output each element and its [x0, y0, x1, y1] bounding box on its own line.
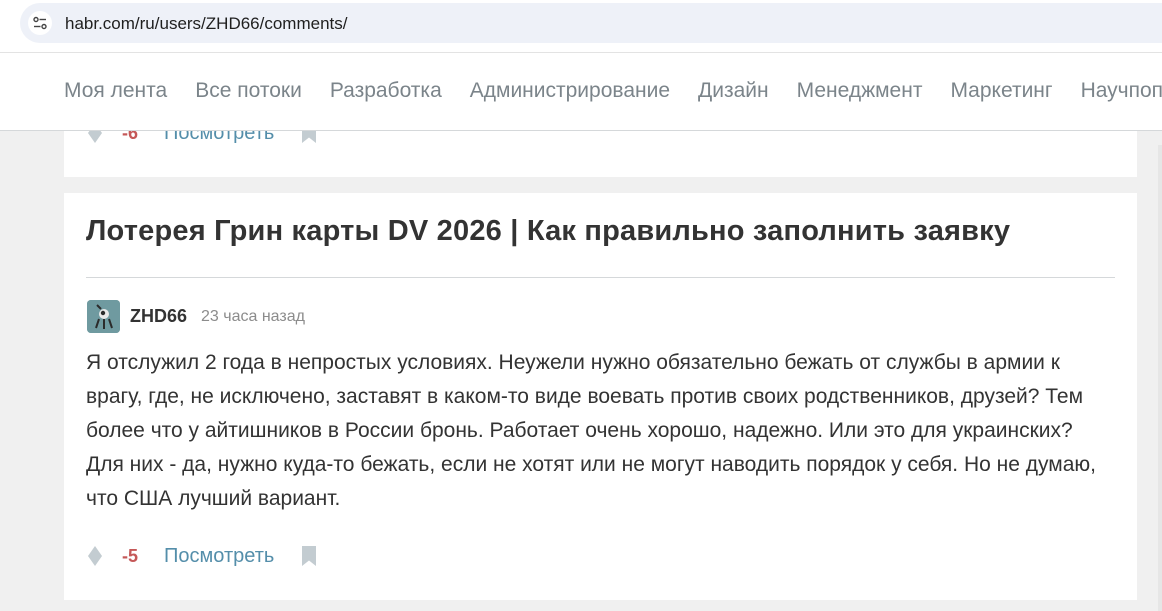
view-link[interactable]: Посмотреть — [164, 545, 274, 568]
post-title-link[interactable]: Лотерея Грин карты DV 2026 | Как правиль… — [86, 215, 1010, 248]
browser-address-bar: habr.com/ru/users/ZHD66/comments/ — [0, 0, 1162, 53]
bookmark-icon[interactable] — [300, 545, 318, 567]
nav-item-popsci[interactable]: Научпоп — [1081, 79, 1162, 103]
url-text[interactable]: habr.com/ru/users/ZHD66/comments/ — [65, 14, 347, 34]
scrollbar-track[interactable] — [1158, 145, 1162, 611]
omnibox[interactable]: habr.com/ru/users/ZHD66/comments/ — [20, 3, 1162, 43]
comment-author[interactable]: ZHD66 — [130, 306, 187, 327]
diamond-icon[interactable] — [86, 545, 104, 567]
nav-item-management[interactable]: Менеджмент — [797, 79, 923, 103]
site-settings-icon[interactable] — [28, 11, 52, 35]
comment-actions: -5 Посмотреть — [86, 541, 318, 571]
nav-item-my-feed[interactable]: Моя лента — [64, 79, 167, 103]
nav-item-all-streams[interactable]: Все потоки — [195, 79, 302, 103]
avatar[interactable] — [87, 300, 120, 333]
nav-item-development[interactable]: Разработка — [330, 79, 442, 103]
comment-score: -5 — [122, 545, 139, 566]
nav-item-marketing[interactable]: Маркетинг — [950, 79, 1052, 103]
nav-item-design[interactable]: Дизайн — [698, 79, 769, 103]
comment-card: Лотерея Грин карты DV 2026 | Как правиль… — [64, 193, 1137, 600]
comment-text: Я отслужил 2 года в непростых условиях. … — [86, 351, 1096, 510]
habr-nav: Моя лента Все потоки Разработка Админист… — [0, 53, 1162, 131]
nav-item-administration[interactable]: Администрирование — [470, 79, 670, 103]
comment-time: 23 часа назад — [201, 308, 305, 325]
nav-list: Моя лента Все потоки Разработка Админист… — [64, 79, 1162, 103]
divider — [86, 277, 1115, 278]
